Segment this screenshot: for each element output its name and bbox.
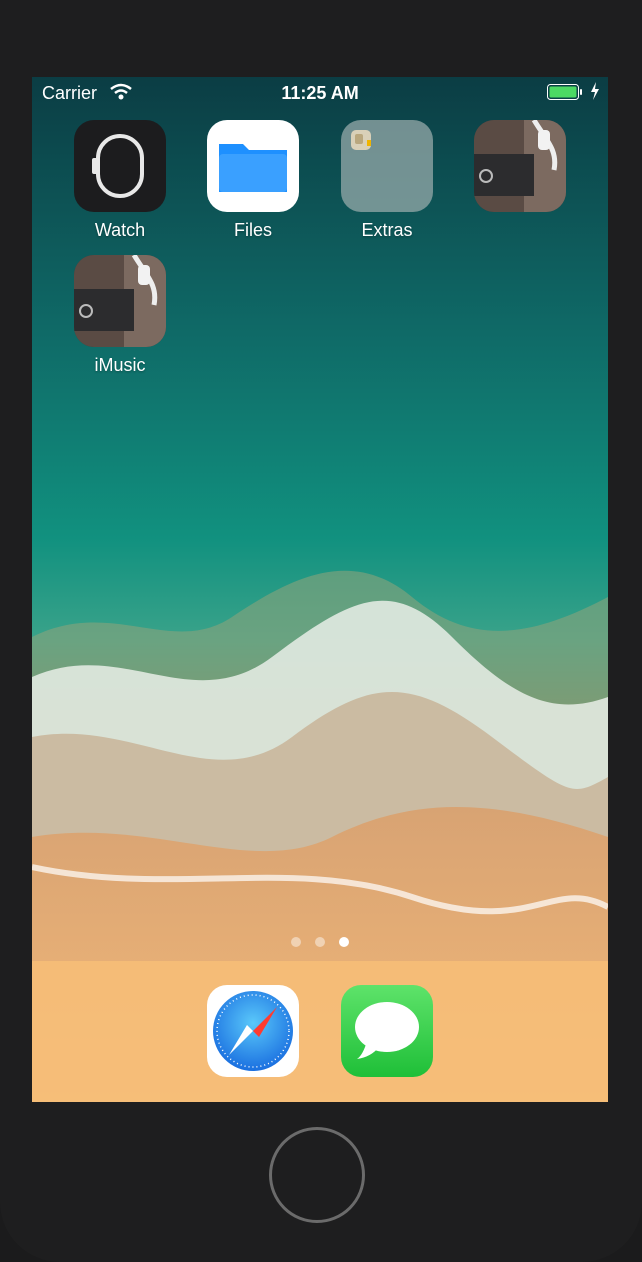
folder-extras[interactable]: Extras bbox=[341, 120, 433, 241]
page-dot bbox=[291, 937, 301, 947]
app-unlabeled[interactable] bbox=[474, 120, 566, 220]
music-photo-icon bbox=[74, 255, 166, 347]
app-label: Files bbox=[233, 220, 272, 240]
phone-frame: Carrier 11:25 AM Watch Files Extras iMus… bbox=[0, 0, 642, 1262]
compass-icon bbox=[207, 985, 299, 1077]
app-watch[interactable]: Watch bbox=[74, 120, 166, 241]
app-label: iMusic bbox=[94, 355, 146, 375]
app-label: Watch bbox=[94, 220, 146, 240]
app-files[interactable]: Files bbox=[207, 120, 299, 241]
folder-icon bbox=[207, 120, 299, 212]
folder-group-icon bbox=[341, 120, 433, 212]
speech-bubble-icon bbox=[341, 985, 433, 1077]
page-indicator[interactable] bbox=[32, 937, 608, 949]
status-bar: Carrier 11:25 AM bbox=[32, 77, 608, 109]
page-dot bbox=[315, 937, 325, 947]
watch-icon bbox=[74, 120, 166, 212]
home-screen: Carrier 11:25 AM Watch Files Extras iMus… bbox=[32, 77, 608, 1102]
battery-icon bbox=[547, 84, 582, 100]
app-imusic[interactable]: iMusic bbox=[74, 255, 166, 376]
page-dot-active bbox=[339, 937, 349, 947]
home-button[interactable] bbox=[269, 1127, 365, 1223]
dock bbox=[32, 961, 608, 1102]
app-messages[interactable] bbox=[341, 985, 433, 1077]
charging-icon bbox=[591, 82, 599, 100]
music-photo-icon bbox=[474, 120, 566, 212]
clock: 11:25 AM bbox=[281, 83, 359, 103]
app-safari[interactable] bbox=[207, 985, 299, 1077]
app-label: Extras bbox=[361, 220, 413, 240]
